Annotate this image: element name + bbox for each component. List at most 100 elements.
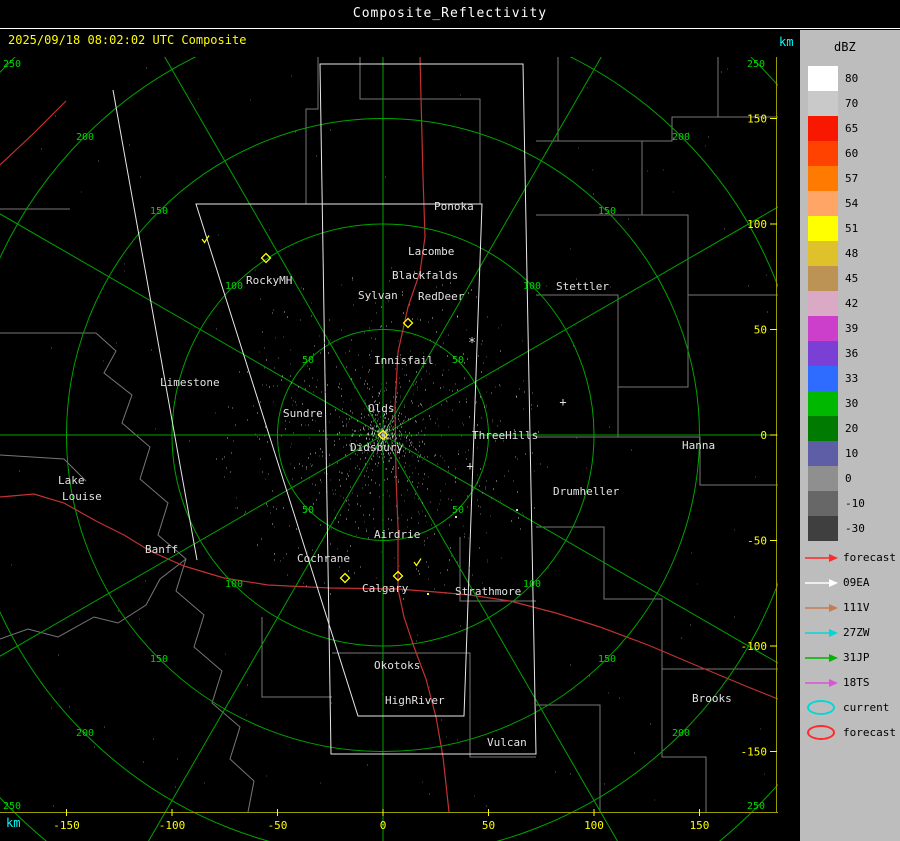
range-ring-label: 250 <box>747 801 765 812</box>
range-ring-label: 100 <box>523 281 541 292</box>
city-label-didsbury: Didsbury <box>350 441 403 454</box>
dbz-scale-row: 33 <box>800 366 900 391</box>
range-ring-label: 50 <box>452 505 464 516</box>
right-axis-tick-label: -100 <box>741 640 768 653</box>
radar-coverage-outline <box>112 63 537 755</box>
city-label-highriver: HighRiver <box>385 694 445 707</box>
dot-marker <box>455 516 457 518</box>
right-axis-tick-label: 100 <box>747 218 767 231</box>
right-axis-unit-label: km <box>779 35 794 49</box>
city-label-drumheller: Drumheller <box>553 485 620 498</box>
dbz-value-label: 20 <box>845 422 859 435</box>
range-ring-label: 200 <box>672 132 690 143</box>
range-ring-label: 150 <box>150 206 168 217</box>
city-label-louise: Louise <box>62 490 102 503</box>
right-axis-tick-label: -50 <box>747 535 767 548</box>
storm-legend: forecast 09EA 111V 27ZW 31JP 18TS current forec… <box>800 545 900 745</box>
legend-label: 27ZW <box>843 626 870 639</box>
azimuth-spoke <box>382 434 778 664</box>
bottom-axis-tick-label: -100 <box>159 819 186 832</box>
right-axis-tick-label: 0 <box>760 429 767 442</box>
bottom-axis-tick-label: 150 <box>690 819 710 832</box>
dbz-scale-row: 20 <box>800 416 900 441</box>
dbz-swatch <box>808 466 838 491</box>
dbz-scale-row: -10 <box>800 491 900 516</box>
bottom-axis-tick-label: 0 <box>380 819 387 832</box>
dbz-scale-row: 57 <box>800 166 900 191</box>
range-ring-label: 200 <box>672 728 690 739</box>
legend-row-31JP: 31JP <box>800 645 900 670</box>
dot-marker <box>516 509 518 511</box>
window-title: Composite_Reflectivity <box>352 6 548 21</box>
dbz-scale-row: 80 <box>800 66 900 91</box>
radar-app-window: Composite_Reflectivity 2025/09/18 08:02:… <box>0 0 900 841</box>
legend-row-111V: 111V <box>800 595 900 620</box>
city-label-sundre: Sundre <box>283 407 323 420</box>
legend-arrow-icon <box>805 603 838 612</box>
city-label-vulcan: Vulcan <box>487 736 527 749</box>
dbz-value-label: 10 <box>845 447 859 460</box>
colorbar-title: dBZ <box>834 40 856 54</box>
dbz-scale-row: 48 <box>800 241 900 266</box>
azimuth-spoke <box>164 57 384 436</box>
city-label-lacombe: Lacombe <box>408 245 454 258</box>
dbz-value-label: 48 <box>845 247 859 260</box>
bottom-axis-unit-label: km <box>6 816 21 830</box>
dbz-scale-row: 60 <box>800 141 900 166</box>
radar-map[interactable]: * + + 50 50 50 50 100 100 100 100 150 150 150 150 200 2… <box>0 57 778 841</box>
range-ring-label: 250 <box>3 801 21 812</box>
legend-arrow-icon <box>805 553 838 562</box>
dbz-value-label: 60 <box>845 147 859 160</box>
datetime-label: 2025/09/18 08:02:02 UTC Composite <box>8 33 247 47</box>
dbz-value-label: 70 <box>845 97 859 110</box>
dbz-swatch <box>808 516 838 541</box>
dbz-value-label: 33 <box>845 372 859 385</box>
dbz-swatch <box>808 191 838 216</box>
dbz-swatch <box>808 91 838 116</box>
bottom-axis-tick-label: 50 <box>482 819 495 832</box>
city-label-airdrie: Airdrie <box>374 528 420 541</box>
legend-label: forecast <box>843 726 896 739</box>
dbz-value-label: 42 <box>845 297 859 310</box>
dbz-value-label: 51 <box>845 222 859 235</box>
azimuth-spoke <box>382 434 618 841</box>
dbz-swatch <box>808 366 838 391</box>
dbz-swatch <box>808 141 838 166</box>
dbz-swatch <box>808 316 838 341</box>
dbz-scale-row: 65 <box>800 116 900 141</box>
city-label-reddeer: RedDeer <box>418 290 465 303</box>
dbz-swatch <box>808 291 838 316</box>
range-ring-label: 100 <box>225 281 243 292</box>
legend-ellipse-icon <box>807 725 835 740</box>
dbz-value-label: -30 <box>845 522 865 535</box>
legend-row-18TS: 18TS <box>800 670 900 695</box>
city-label-rockymh: RockyMH <box>246 274 292 287</box>
legend-label: 09EA <box>843 576 870 589</box>
city-label-lake: Lake <box>58 474 85 487</box>
dot-marker <box>427 593 429 595</box>
city-label-ponoka: Ponoka <box>434 200 474 213</box>
legend-label: 111V <box>843 601 870 614</box>
city-label-innisfail: Innisfail <box>374 354 434 367</box>
dbz-value-label: 80 <box>845 72 859 85</box>
dbz-scale-row: 39 <box>800 316 900 341</box>
city-label-limestone: Limestone <box>160 376 220 389</box>
star-marker: * <box>468 336 476 351</box>
dbz-swatch <box>808 441 838 466</box>
dbz-scale-row: 42 <box>800 291 900 316</box>
right-axis-tick-label: -150 <box>741 746 768 759</box>
legend-row-forecast: forecast <box>800 545 900 570</box>
city-label-stettler: Stettler <box>556 280 609 293</box>
dbz-value-label: 65 <box>845 122 859 135</box>
city-labels: Ponoka Lacombe Blackfalds Sylvan RedDeer Rock… <box>58 200 732 749</box>
right-axis-tick-label: 50 <box>754 324 767 337</box>
range-ring-label: 50 <box>302 505 314 516</box>
city-label-strathmore: Strathmore <box>455 585 521 598</box>
city-label-banff: Banff <box>145 543 178 556</box>
plus-marker: + <box>559 395 566 409</box>
plus-marker: + <box>466 459 473 473</box>
right-axis-tick-label: 150 <box>747 113 767 126</box>
dbz-swatch <box>808 241 838 266</box>
dbz-scale-row: -30 <box>800 516 900 541</box>
legend-ellipse-icon <box>807 700 835 715</box>
